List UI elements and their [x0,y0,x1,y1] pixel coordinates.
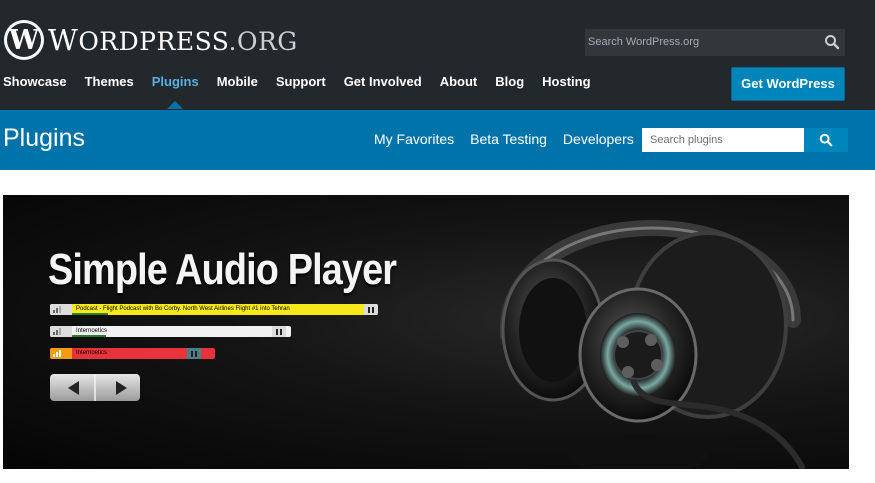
plugin-search-input[interactable]: Search plugins [642,128,804,152]
wordpress-logo-icon: W [4,20,44,60]
wordpress-logo[interactable]: W WORDPRESS.ORG [4,20,298,60]
nav-blog[interactable]: Blog [495,74,524,89]
player-track: Internoetics [72,326,272,337]
active-indicator [167,101,184,109]
wordpress-wordmark: WORDPRESS.ORG [48,23,298,57]
previous-icon[interactable] [68,381,79,395]
pause-icon[interactable] [187,348,201,359]
progress-fill [72,335,106,337]
progress-fill [72,313,108,315]
track-title: Podcast - Flight Podcast with Bo Corby. … [76,306,290,312]
subnav-my-favorites[interactable]: My Favorites [374,131,454,147]
search-icon[interactable] [824,34,840,50]
nav-plugins-label: Plugins [151,74,199,89]
volume-icon [50,304,72,315]
next-icon[interactable] [116,381,127,395]
site-search: Search WordPress.org [585,29,845,56]
audio-player-2[interactable]: Internoetics [50,326,291,337]
site-search-input[interactable]: Search WordPress.org [588,29,813,56]
site-header: W WORDPRESS.ORG Search WordPress.org Sho… [0,0,875,110]
plugin-search-button[interactable] [804,128,848,152]
volume-icon [50,348,72,359]
volume-icon [50,326,72,337]
plugins-subnav: My Favorites Beta Testing Developers [374,131,650,147]
nav-about[interactable]: About [440,74,478,89]
search-icon [819,133,833,147]
banner-title: Simple Audio Player [48,245,397,294]
featured-plugin-banner[interactable]: Simple Audio Player Podcast - Flight Pod… [3,195,849,469]
nav-plugins[interactable]: Plugins [151,74,199,109]
audio-player-1[interactable]: Podcast - Flight Podcast with Bo Corby. … [50,304,378,315]
get-wordpress-button[interactable]: Get WordPress [731,67,845,101]
player-track: Internoetics [72,348,187,359]
nav-mobile[interactable]: Mobile [217,74,258,89]
track-title: Internoetics [76,350,108,356]
subnav-beta-testing[interactable]: Beta Testing [470,131,547,147]
nav-support[interactable]: Support [276,74,326,89]
stepper-divider [94,374,96,401]
pause-icon[interactable] [272,326,286,337]
plugins-header: Plugins My Favorites Beta Testing Develo… [0,110,875,170]
audio-player-3[interactable]: Internoetics [50,348,215,359]
nav-get-involved[interactable]: Get Involved [344,74,422,89]
page-title[interactable]: Plugins [3,124,85,153]
subnav-developers[interactable]: Developers [563,131,634,147]
player-track: Podcast - Flight Podcast with Bo Corby. … [72,304,364,315]
track-title: Internoetics [76,328,108,334]
nav-themes[interactable]: Themes [85,74,134,89]
nav-showcase[interactable]: Showcase [3,74,67,89]
prev-next-controls [50,374,140,401]
headphones-image [499,220,806,469]
main-nav: Showcase Themes Plugins Mobile Support G… [3,74,609,109]
pause-icon[interactable] [364,304,378,315]
nav-hosting[interactable]: Hosting [542,74,590,89]
